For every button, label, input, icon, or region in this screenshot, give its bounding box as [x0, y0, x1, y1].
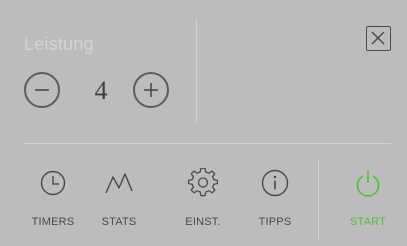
vertical-divider — [196, 18, 197, 122]
nav-timers-label: TIMERS — [31, 216, 75, 228]
start-label: START — [349, 216, 387, 228]
gear-icon — [188, 168, 218, 197]
nav-stats-button[interactable]: STATS — [84, 168, 154, 238]
nav-settings-button[interactable]: EINST. — [168, 168, 238, 238]
vertical-divider-start — [318, 160, 319, 240]
minus-icon — [35, 89, 49, 91]
power-label: Leistung — [24, 34, 94, 54]
nav-tips-label: TIPPS — [258, 216, 292, 228]
clock-icon — [40, 170, 66, 196]
increase-power-button[interactable] — [133, 72, 169, 108]
start-button[interactable]: START — [333, 168, 403, 238]
info-icon — [261, 169, 289, 197]
horizontal-divider — [24, 143, 391, 144]
nav-tips-button[interactable]: TIPPS — [240, 168, 310, 238]
decrease-power-button[interactable] — [24, 72, 60, 108]
power-icon — [356, 170, 380, 197]
nav-timers-button[interactable]: TIMERS — [18, 168, 88, 238]
close-icon — [371, 31, 385, 45]
close-button[interactable] — [366, 26, 391, 51]
plus-icon — [144, 83, 158, 97]
nav-stats-label: STATS — [101, 216, 137, 228]
power-value: 4 — [94, 76, 108, 105]
nav-settings-label: EINST. — [185, 216, 221, 228]
chart-line-icon — [105, 173, 133, 194]
power-panel: Leistung 4 TIMERS STATS EINST. TIPPS STA… — [0, 0, 407, 246]
